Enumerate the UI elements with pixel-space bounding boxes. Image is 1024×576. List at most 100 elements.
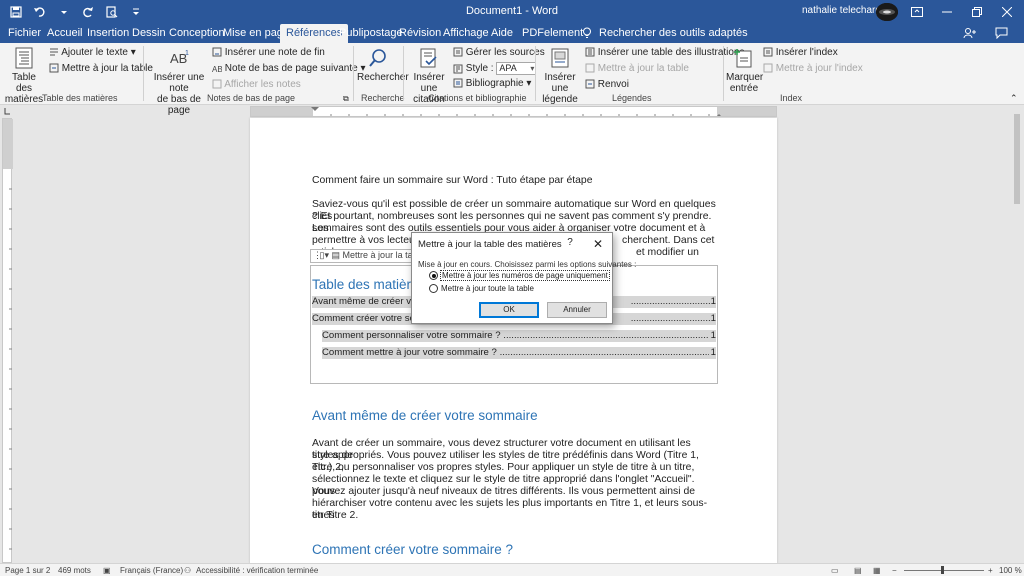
svg-text:AB: AB — [212, 65, 222, 73]
avatar[interactable] — [876, 3, 898, 21]
dialog-title: Mettre à jour la table des matières — [418, 239, 562, 250]
collapse-ribbon-icon[interactable]: ⌃ — [1010, 93, 1018, 104]
radio-entire-table[interactable] — [429, 284, 438, 293]
insert-table-of-figures-button[interactable]: Insérer une table des illustrations — [585, 47, 745, 58]
footnotes-group-label: Notes de bas de page — [207, 93, 296, 103]
next-footnote-button[interactable]: AB Note de bas de page suivante ▾ — [212, 63, 365, 74]
share-icon[interactable] — [963, 24, 977, 43]
ok-button[interactable]: OK — [479, 302, 539, 318]
tab-pdfelement[interactable]: PDFelement — [522, 24, 583, 43]
option-entire-table[interactable]: Mettre à jour toute la table — [429, 284, 534, 293]
redo-icon[interactable] — [78, 3, 98, 21]
close-icon[interactable]: ✕ — [590, 236, 606, 252]
update-toc-dialog: Mettre à jour la table des matières ? ✕ … — [411, 232, 636, 324]
insert-footnote-button[interactable]: AB 1 Insérer une note de bas de page — [148, 47, 210, 116]
tab-conception[interactable]: Conception — [169, 24, 225, 43]
tab-fichier[interactable]: Fichier — [8, 24, 41, 43]
toc-entry-3[interactable]: Comment personnaliser votre sommaire ? .… — [322, 330, 716, 342]
customize-toolbar-icon[interactable] — [126, 3, 146, 21]
vertical-scrollbar[interactable] — [1012, 106, 1022, 562]
toc-page-number: 1 — [710, 296, 716, 307]
toc-menu-icon[interactable]: ▯▾ — [320, 250, 329, 260]
close-window-icon[interactable] — [992, 0, 1022, 24]
add-text-button[interactable]: Ajouter le texte ▾ — [49, 47, 136, 58]
zoom-level[interactable]: 100 % — [999, 566, 1022, 575]
tab-publipostage[interactable]: Publipostage — [339, 24, 403, 43]
zoom-slider-thumb[interactable] — [941, 566, 944, 574]
zoom-slider[interactable] — [904, 570, 984, 571]
focus-mode-icon[interactable]: ▭ — [831, 566, 839, 575]
horizontal-ruler[interactable] — [250, 106, 777, 117]
add-text-icon — [50, 48, 58, 56]
toc-page-number: 1 — [710, 313, 716, 324]
add-text-label: Ajouter le texte — [61, 47, 128, 58]
zoom-in-icon[interactable]: + — [988, 566, 993, 575]
comments-icon[interactable] — [995, 24, 1008, 43]
insert-index-button[interactable]: Insérer l'index — [763, 47, 838, 58]
document-page[interactable]: Comment faire un sommaire sur Word : Tut… — [250, 118, 777, 564]
accessibility-icon[interactable]: ⚇ — [184, 566, 191, 575]
update-table-button[interactable]: Mettre à jour la table — [49, 63, 153, 74]
update-index-button[interactable]: Mettre à jour l'index — [763, 63, 863, 74]
status-bar: Page 1 sur 2 469 mots ▣ Français (France… — [0, 563, 1024, 576]
cancel-button[interactable]: Annuler — [547, 302, 607, 318]
style-selector[interactable]: Style : APA — [453, 62, 537, 75]
tab-revision[interactable]: Révision — [399, 24, 441, 43]
show-notes-button[interactable]: Afficher les notes — [212, 79, 301, 90]
tab-aide[interactable]: Aide — [491, 24, 513, 43]
read-mode-icon[interactable]: ▤ — [854, 566, 862, 575]
tell-me-icon[interactable] — [582, 24, 592, 43]
refresh-icon[interactable]: ▤ — [332, 250, 341, 260]
option-page-numbers-label: Mettre à jour les numéros de page unique… — [440, 270, 610, 281]
radio-page-numbers-only[interactable] — [429, 271, 438, 280]
language[interactable]: Français (France) — [120, 566, 183, 575]
toc-entry-text: Avant même de créer vot — [312, 296, 420, 307]
proofing-icon[interactable]: ▣ — [103, 566, 111, 575]
style-dropdown[interactable]: APA — [496, 62, 537, 75]
tab-affichage[interactable]: Affichage — [443, 24, 489, 43]
search-button[interactable]: Rechercher — [357, 47, 409, 83]
bibliography-button[interactable]: Bibliographie ▾ — [453, 78, 531, 89]
cross-reference-button[interactable]: Renvoi — [585, 79, 629, 90]
footnote-icon: AB1 — [170, 50, 189, 66]
footnote-dialog-launcher-icon[interactable]: ⧉ — [343, 93, 349, 104]
word-count[interactable]: 469 mots — [58, 566, 91, 575]
zoom-out-icon[interactable]: − — [892, 566, 897, 575]
toc-page-number: 1 — [709, 330, 716, 342]
insert-endnote-button[interactable]: Insérer une note de fin — [212, 47, 325, 58]
page-count[interactable]: Page 1 sur 2 — [5, 566, 50, 575]
title-bar: Document1 - Word nathalie telecharger — [0, 0, 1024, 24]
paragraph-line-5: pouvez ajouter jusqu'à neuf niveaux de t… — [312, 486, 696, 497]
update-figures-table-button[interactable]: Mettre à jour la table — [585, 63, 689, 74]
undo-dropdown-icon[interactable] — [54, 3, 74, 21]
save-icon[interactable] — [6, 3, 26, 21]
help-icon[interactable]: ? — [563, 237, 577, 251]
table-of-contents-button[interactable]: Table des matières — [4, 47, 44, 105]
drag-handle-icon[interactable]: ⋮ — [311, 250, 322, 261]
ribbon: Table des matières Ajouter le texte ▾ Me… — [0, 43, 1024, 116]
group-divider — [535, 46, 536, 101]
insert-caption-button[interactable]: Insérer une légende — [538, 47, 582, 105]
tab-selector-icon[interactable] — [2, 106, 12, 117]
tab-accueil[interactable]: Accueil — [47, 24, 82, 43]
tab-dessin[interactable]: Dessin — [132, 24, 166, 43]
ribbon-display-options-icon[interactable] — [902, 0, 932, 24]
minimize-icon[interactable] — [932, 0, 962, 24]
restore-icon[interactable] — [962, 0, 992, 24]
toc-entry-4[interactable]: Comment mettre à jour votre sommaire ? .… — [322, 347, 716, 359]
bibliography-label: Bibliographie — [465, 78, 524, 89]
vertical-ruler[interactable] — [2, 118, 13, 563]
print-layout-icon[interactable]: ▦ — [873, 566, 881, 575]
paragraph-line-7: en Titre 2. — [312, 510, 359, 521]
group-divider — [723, 46, 724, 101]
undo-icon[interactable] — [30, 3, 50, 21]
scrollbar-thumb[interactable] — [1014, 114, 1020, 204]
print-preview-icon[interactable] — [102, 3, 122, 21]
option-page-numbers-only[interactable]: Mettre à jour les numéros de page unique… — [429, 270, 610, 281]
mark-entry-button[interactable]: Marquer entrée — [726, 47, 763, 94]
tab-insertion[interactable]: Insertion — [87, 24, 129, 43]
show-notes-label: Afficher les notes — [224, 79, 301, 90]
accessibility-status[interactable]: Accessibilité : vérification terminée — [196, 566, 318, 575]
tell-me-search[interactable]: Rechercher des outils adaptés — [599, 24, 748, 43]
manage-sources-button[interactable]: Gérer les sources — [453, 47, 545, 58]
